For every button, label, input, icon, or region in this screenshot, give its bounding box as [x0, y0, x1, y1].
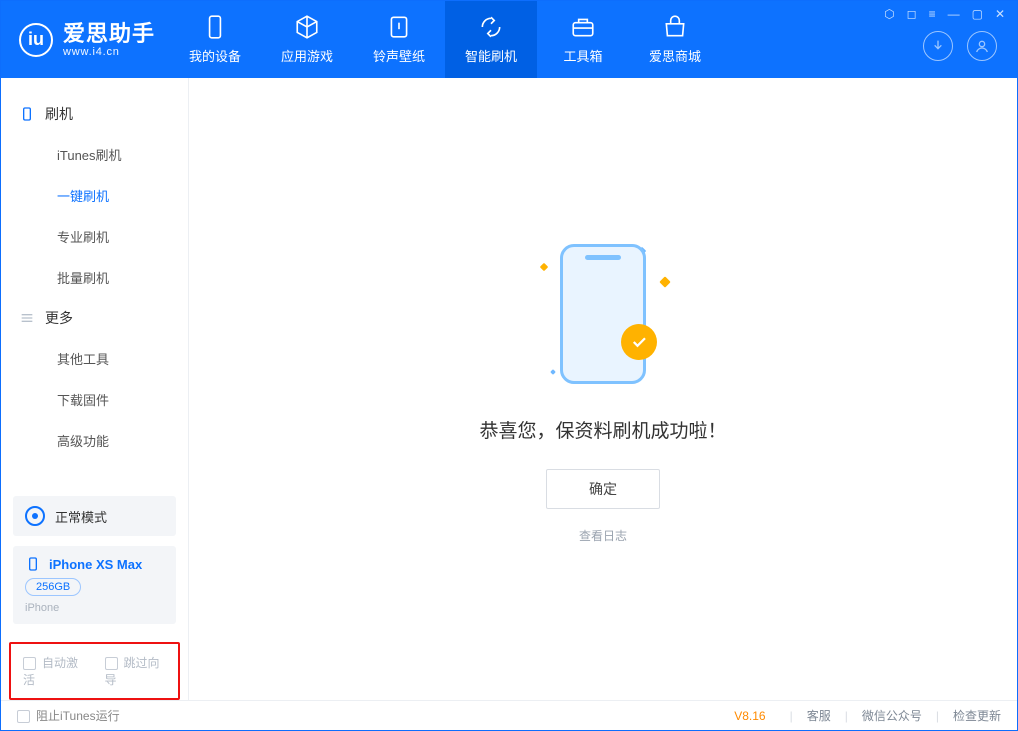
success-check-icon: [621, 324, 657, 360]
app-title: 爱思助手: [63, 21, 155, 46]
device-capacity: 256GB: [25, 578, 81, 596]
toolbox-icon: [570, 14, 596, 40]
header: iu 爱思助手 www.i4.cn 我的设备 应用游戏 铃声壁纸 智能刷机: [1, 1, 1017, 78]
sidebar: 刷机 iTunes刷机 一键刷机 专业刷机 批量刷机 更多 其他工具 下载固件 …: [1, 78, 189, 700]
nav-flash[interactable]: 智能刷机: [445, 1, 537, 78]
list-icon: [19, 310, 35, 326]
sidebar-item-itunes-flash[interactable]: iTunes刷机: [1, 134, 188, 175]
sidebar-item-other-tools[interactable]: 其他工具: [1, 338, 188, 379]
device-mode-box[interactable]: 正常模式: [13, 496, 176, 536]
app-logo: iu 爱思助手 www.i4.cn: [1, 1, 169, 78]
success-illustration: [523, 234, 683, 394]
nav-label: 工具箱: [564, 46, 603, 65]
nav-label: 我的设备: [189, 46, 241, 65]
nav-label: 铃声壁纸: [373, 46, 425, 65]
checkbox-block-itunes[interactable]: 阻止iTunes运行: [17, 707, 120, 724]
sidebar-item-batch-flash[interactable]: 批量刷机: [1, 257, 188, 298]
nav-apps-games[interactable]: 应用游戏: [261, 1, 353, 78]
nav-toolbox[interactable]: 工具箱: [537, 1, 629, 78]
footer-link-support[interactable]: 客服: [807, 707, 831, 724]
footer-link-update[interactable]: 检查更新: [953, 707, 1001, 724]
download-button[interactable]: [923, 31, 953, 61]
cube-icon: [294, 14, 320, 40]
device-name: iPhone XS Max: [49, 557, 142, 572]
device-type: iPhone: [25, 602, 164, 614]
footer: 阻止iTunes运行 V8.16 | 客服 | 微信公众号 | 检查更新: [1, 700, 1017, 730]
sidebar-group-more: 更多: [1, 298, 188, 338]
sidebar-item-oneclick-flash[interactable]: 一键刷机: [1, 175, 188, 216]
app-site: www.i4.cn: [63, 46, 155, 59]
skin-icon[interactable]: ⬡: [884, 7, 894, 21]
music-icon: [386, 14, 412, 40]
device-icon: [202, 14, 228, 40]
group-title: 刷机: [45, 104, 73, 124]
sidebar-item-advanced[interactable]: 高级功能: [1, 420, 188, 461]
highlighted-options: 自动激活 跳过向导: [9, 642, 180, 700]
nav-label: 智能刷机: [465, 46, 517, 65]
sidebar-item-pro-flash[interactable]: 专业刷机: [1, 216, 188, 257]
nav-ringtones[interactable]: 铃声壁纸: [353, 1, 445, 78]
sidebar-group-flash: 刷机: [1, 94, 188, 134]
top-nav: 我的设备 应用游戏 铃声壁纸 智能刷机 工具箱 爱思商城: [169, 1, 721, 78]
minimize-icon[interactable]: —: [948, 7, 960, 21]
feedback-icon[interactable]: ◻: [907, 7, 917, 21]
logo-icon: iu: [19, 23, 53, 57]
maximize-icon[interactable]: ▢: [972, 7, 983, 21]
device-info-box[interactable]: iPhone XS Max 256GB iPhone: [13, 546, 176, 624]
phone-icon: [19, 106, 35, 122]
mode-dot-icon: [25, 506, 45, 526]
device-small-icon: [25, 556, 41, 572]
nav-store[interactable]: 爱思商城: [629, 1, 721, 78]
refresh-icon: [478, 14, 504, 40]
footer-link-wechat[interactable]: 微信公众号: [862, 707, 922, 724]
window-controls: ⬡ ◻ ≡ — ▢ ✕: [884, 7, 1005, 21]
nav-label: 应用游戏: [281, 46, 333, 65]
menu-icon[interactable]: ≡: [929, 7, 936, 21]
main-content: 恭喜您，保资料刷机成功啦！ 确定 查看日志: [189, 78, 1017, 700]
mode-label: 正常模式: [55, 507, 107, 526]
version-label: V8.16: [734, 709, 765, 723]
close-icon[interactable]: ✕: [995, 7, 1005, 21]
sidebar-item-download-firmware[interactable]: 下载固件: [1, 379, 188, 420]
store-icon: [662, 14, 688, 40]
view-log-link[interactable]: 查看日志: [579, 527, 627, 544]
nav-my-device[interactable]: 我的设备: [169, 1, 261, 78]
user-button[interactable]: [967, 31, 997, 61]
nav-label: 爱思商城: [649, 46, 701, 65]
checkbox-skip-guide[interactable]: 跳过向导: [105, 654, 167, 688]
checkbox-auto-activate[interactable]: 自动激活: [23, 654, 85, 688]
ok-button[interactable]: 确定: [546, 469, 660, 509]
group-title: 更多: [45, 308, 73, 328]
success-message: 恭喜您，保资料刷机成功啦！: [479, 416, 726, 443]
phone-graphic-icon: [560, 244, 646, 384]
